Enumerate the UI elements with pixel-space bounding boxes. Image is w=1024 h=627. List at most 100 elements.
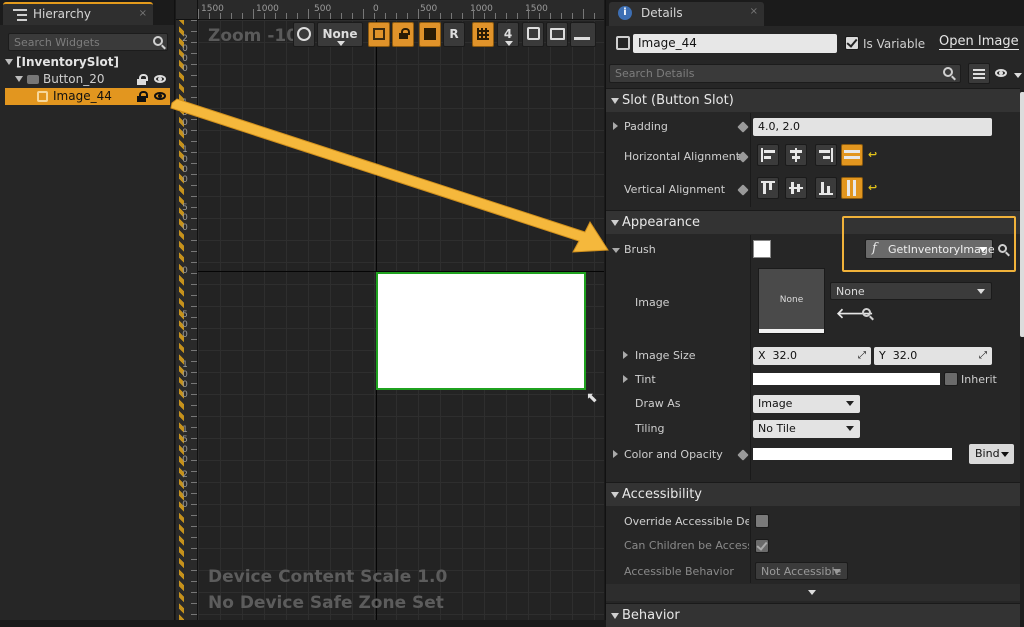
layout-snap-toggle[interactable] [419,22,441,47]
reset-to-default-icon[interactable]: ↩ [868,148,877,161]
ruler-tick [191,163,197,164]
ruler-label: 2000 [182,470,188,510]
ruler-tick [191,482,197,483]
ruler-tick [191,141,197,142]
r-button[interactable]: R [443,22,465,47]
valign-top-button[interactable] [757,177,779,199]
globe-icon [297,27,311,41]
ruler-tick [191,471,197,472]
selected-image-widget[interactable] [376,272,586,390]
section-accessibility-header[interactable]: Accessibility [606,482,1020,506]
halign-fill-button[interactable] [841,144,863,166]
respect-locks-toggle[interactable] [368,22,390,47]
background-preview-button[interactable] [546,22,568,47]
property-matrix-button[interactable] [968,63,990,84]
browse-search-icon[interactable] [862,308,871,317]
chevron-down-icon [833,569,841,574]
reset-to-default-icon[interactable]: ↩ [868,181,877,194]
resize-cursor-icon: ⬉ [586,390,598,406]
details-tab[interactable]: i Details × [609,2,764,26]
search-icon[interactable] [153,36,163,46]
halign-left-button[interactable] [757,144,779,166]
expand-arrow-icon[interactable] [15,76,23,82]
grid-snap-value-dropdown[interactable]: 4 [497,22,519,47]
unlock-icon[interactable] [136,91,148,102]
image-thumbnail[interactable]: None [758,268,825,334]
tiling-dropdown[interactable]: No Tile [753,420,860,438]
ruler-tick [191,361,197,362]
ruler-tick [191,328,197,329]
valign-center-button[interactable] [785,177,807,199]
padding-input[interactable]: 4.0, 2.0 [753,118,992,136]
image-label: Image [635,296,670,309]
ruler-tick [191,449,197,450]
tab-close-icon[interactable]: × [139,8,147,19]
ruler-tick [191,570,197,571]
widget-name-input[interactable]: Image_44 [633,34,837,53]
ruler-tick [191,53,197,54]
search-icon[interactable] [943,67,953,77]
section-behavior-header[interactable]: Behavior [606,603,1020,627]
designer-canvas[interactable]: 1500 1000 500 0 500 1000 1500 2000 1500 … [176,0,604,620]
slot-properties: Padding 4.0, 2.0 Horizontal Alignment ↩ … [606,113,1020,207]
tree-item-button[interactable]: Button_20 [0,71,175,88]
tab-close-icon[interactable]: × [750,6,758,17]
image-size-x-input[interactable]: X 32.0 ⤢ [753,347,871,365]
search-icon[interactable] [998,244,1007,253]
hierarchy-tab[interactable]: Hierarchy × [3,2,153,25]
expand-arrow-icon[interactable] [613,122,618,130]
tree-item-image-selected[interactable]: Image_44 [5,88,170,105]
expand-arrow-icon[interactable] [5,59,13,65]
details-scrollbar-thumb[interactable] [1020,92,1024,337]
details-search-input[interactable]: Search Details [609,64,961,83]
bind-dropdown[interactable]: Bind [969,444,1014,464]
section-slot-header[interactable]: Slot (Button Slot) [606,88,1020,112]
ruler-tick [594,13,595,19]
ruler-tick [440,13,441,19]
image-asset-dropdown[interactable]: None [830,282,992,300]
inherit-checkbox[interactable] [944,372,958,386]
color-and-opacity-swatch[interactable] [753,448,952,460]
ruler-tick [418,9,419,19]
advanced-expander[interactable] [606,584,1020,601]
valign-fill-button[interactable] [841,177,863,199]
info-icon: i [618,6,632,20]
accessible-behavior-dropdown[interactable]: Not Accessible [755,562,848,580]
fit-to-screen-button[interactable] [522,22,544,47]
grid-snap-toggle[interactable] [472,22,494,47]
ruler-tick [550,13,551,19]
view-options-eye-icon[interactable] [995,69,1007,77]
visibility-eye-icon[interactable] [154,75,166,83]
ruler-tick [517,13,518,19]
transform-mode-dropdown[interactable]: None [317,22,363,47]
draw-as-dropdown[interactable]: Image [753,395,860,413]
keyframe-diamond-icon[interactable] [737,184,749,196]
chevron-down-icon[interactable] [1014,73,1022,78]
unlock-icon[interactable] [136,74,148,85]
device-preview-button[interactable] [570,22,596,47]
expand-arrow-icon[interactable] [623,375,628,383]
lock-toggle[interactable] [392,22,414,47]
ruler-tick [191,251,197,252]
valign-bottom-button[interactable] [815,177,837,199]
halign-right-button[interactable] [815,144,837,166]
brush-binding-dropdown[interactable]: f GetInventoryImage [865,239,995,259]
override-accessible-checkbox[interactable] [755,514,769,528]
children-accessible-checkbox[interactable] [755,539,769,553]
open-image-link[interactable]: Open Image [939,34,1019,50]
visibility-eye-icon[interactable] [154,92,166,100]
halign-center-button[interactable] [785,144,807,166]
brush-color-swatch[interactable] [753,240,771,258]
expand-arrow-icon[interactable] [613,450,618,458]
is-variable-checkbox[interactable] [845,36,859,50]
tree-item-inventoryslot[interactable]: [InventorySlot] [0,54,175,71]
hierarchy-search-input[interactable]: Search Widgets [8,33,168,51]
expand-arrow-icon[interactable] [623,351,628,359]
expand-arrow-icon[interactable] [612,248,620,253]
ruler-tick [191,64,197,65]
image-size-y-input[interactable]: Y 32.0 ⤢ [874,347,992,365]
tint-color-swatch[interactable] [753,373,940,385]
keyframe-diamond-icon[interactable] [737,121,749,133]
ruler-tick [191,119,197,120]
world-space-button[interactable] [293,22,315,47]
